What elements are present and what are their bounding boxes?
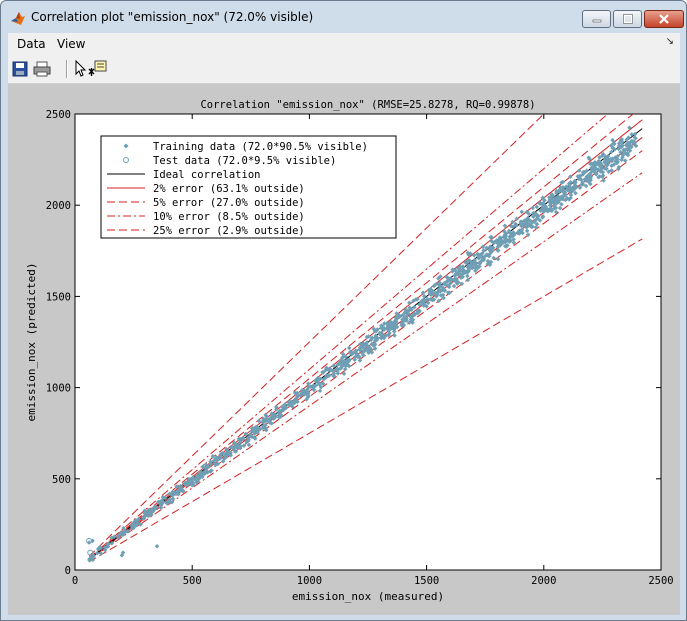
figure-window: Correlation plot "emission_nox" (72.0% v… [0, 0, 687, 621]
figure-canvas: 0 0 500 500 1000 1000 1500 1500 2000 2000 2500 2500… [8, 84, 680, 615]
legend-entry: 25% error (2.9% outside) [153, 225, 305, 237]
chevron-icon[interactable]: ↘ [666, 36, 674, 47]
legend-entry: 10% error (8.5% outside) [153, 211, 305, 223]
chart-title: Correlation "emission_nox" (RMSE=25.8278… [200, 99, 535, 111]
x-tick-label: 1500 [414, 575, 439, 587]
y-tick-label: 2500 [46, 109, 71, 121]
menu-bar: Data View ↘ [8, 33, 680, 55]
maximize-icon [622, 14, 633, 24]
data-cursor-button[interactable] [88, 59, 108, 79]
maximize-button[interactable] [613, 10, 642, 28]
print-button[interactable] [32, 59, 52, 79]
legend-entry: Test data (72.0*9.5% visible) [153, 155, 336, 167]
y-tick-label: 0 [65, 565, 71, 577]
client-area: Data View ↘ 0 0 500 500 1000 1000 1500 1… [8, 33, 680, 615]
y-tick-label: 1000 [46, 383, 71, 395]
close-icon [659, 14, 669, 24]
y-tick-label: 500 [52, 474, 71, 486]
toolbar-separator [66, 60, 68, 78]
legend-entry: Training data (72.0*90.5% visible) [153, 141, 368, 153]
toolbar [8, 55, 680, 84]
x-tick-label: 2000 [531, 575, 556, 587]
correlation-plot[interactable]: 00 500 500 1000 1000 1500 1500 2000 2000 2500 2500… [8, 84, 680, 615]
y-axis-label: emission_nox (predicted) [25, 263, 38, 422]
y-tick-label: 2000 [46, 200, 71, 212]
save-icon [12, 61, 28, 77]
data-cursor-icon [88, 60, 107, 76]
close-button[interactable] [644, 10, 684, 28]
minimize-button[interactable] [582, 10, 611, 28]
menu-data[interactable]: Data [17, 37, 46, 51]
print-icon [33, 61, 51, 77]
y-tick-label: 1500 [46, 291, 71, 303]
window-title: Correlation plot "emission_nox" (72.0% v… [31, 10, 314, 24]
save-button[interactable] [10, 59, 30, 79]
x-tick-label: 500 [183, 575, 202, 587]
minimize-icon [592, 19, 601, 23]
legend-entry: 2% error (63.1% outside) [153, 183, 305, 195]
x-tick-label: 2500 [648, 575, 673, 587]
pointer-icon [75, 60, 87, 77]
x-tick-label: 0 [72, 575, 78, 587]
x-axis-label: emission_nox (measured) [292, 590, 444, 603]
menu-view[interactable]: View [57, 37, 85, 51]
legend-entry: Ideal correlation [153, 169, 260, 181]
legend-entry: 5% error (27.0% outside) [153, 197, 305, 209]
matlab-icon [11, 12, 25, 25]
title-bar[interactable]: Correlation plot "emission_nox" (72.0% v… [1, 1, 686, 33]
edit-plot-button[interactable] [70, 59, 90, 79]
x-tick-label: 1000 [297, 575, 322, 587]
